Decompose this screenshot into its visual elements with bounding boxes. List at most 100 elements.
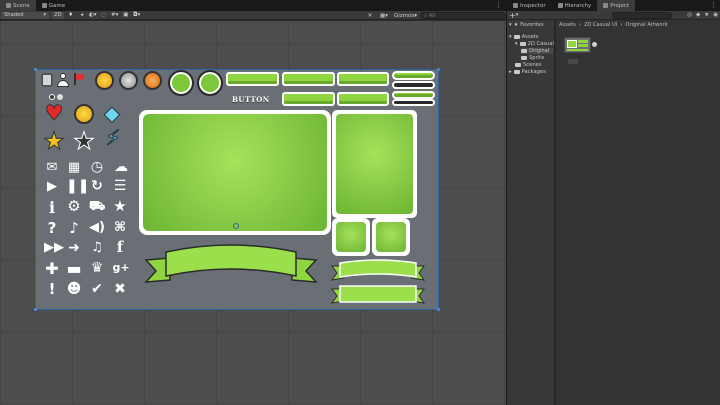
tree-item-scenes[interactable]: Scenes [515, 62, 542, 68]
favorites-label: Favorites [520, 22, 544, 28]
round-button-dark-outline [197, 70, 223, 96]
tab-game[interactable]: Game [36, 0, 71, 11]
plus-icon: ✚ [45, 259, 59, 278]
ribbon-small-1 [330, 259, 426, 281]
rect-handle-tl[interactable] [34, 68, 37, 71]
rect-handle-bl[interactable] [34, 308, 37, 311]
breadcrumb-item[interactable]: Original Artwork [625, 22, 667, 28]
tree-item-label: Packages [521, 69, 546, 75]
play-icon: ▶ [47, 179, 57, 194]
close-icon: ✖ [114, 281, 126, 297]
project-search-input[interactable] [612, 12, 672, 19]
tab-project-label: Project [610, 2, 630, 9]
pivot-icon [233, 223, 239, 229]
google-plus-icon: g+ [112, 261, 130, 274]
tab-project[interactable]: Project [597, 0, 636, 11]
hierarchy-icon [557, 3, 563, 8]
chevron-right-icon: ▸ [509, 69, 512, 75]
folder-icon [519, 42, 526, 46]
bronze-medal-icon [143, 71, 162, 90]
layers-dropdown[interactable]: ▦▾ [380, 12, 388, 19]
filter-label-icon[interactable]: ◆ [696, 12, 700, 18]
search-icon: ⌕ [424, 12, 427, 19]
hidden-objects-toggle[interactable]: ◌ [100, 12, 108, 19]
dot-light-icon [57, 94, 63, 100]
tree-item-label: Original [529, 48, 550, 54]
tab-scene[interactable]: Scene [0, 0, 36, 11]
folder-icon [521, 56, 527, 60]
scene-toolbar-right: ✕ ▦▾ Gizmos ▾ ⌕ All [363, 12, 506, 19]
tree-item-sprite[interactable]: Sprite [521, 55, 544, 61]
breadcrumb-item[interactable]: Assets [559, 22, 576, 28]
scene-tabbar: Scene Game ⋮ [0, 0, 506, 11]
progress-green-small-2 [392, 91, 435, 99]
folder-icon [515, 63, 521, 67]
rect-handle-tr[interactable] [437, 68, 440, 71]
ribbon-small-2 [330, 285, 426, 304]
kebab-menu-icon[interactable]: ⋮ [495, 1, 502, 9]
project-toolbar-icons: ◎ ◆ ★ ◉ [687, 12, 718, 18]
game-icon [41, 3, 47, 8]
grid-toggle[interactable]: #▾ [111, 12, 119, 19]
tree-item-packages[interactable]: ▸ Packages [509, 69, 546, 75]
filter-type-icon[interactable]: ◎ [687, 12, 692, 18]
chevron-right-icon: › [578, 21, 581, 28]
camera-settings[interactable]: ◘▾ [133, 12, 141, 19]
hidden-packages-icon[interactable]: ◉ [713, 12, 718, 18]
favorites-header[interactable]: ▾ ★ Favorites [509, 22, 544, 28]
asset-thumbnail[interactable] [564, 37, 591, 53]
snap-toggle[interactable]: ▣ [122, 12, 130, 19]
lighting-toggle[interactable]: ♦ [67, 12, 75, 19]
pause-icon: ❚❚ [66, 178, 90, 194]
shading-mode-value: Shaded [4, 12, 24, 18]
toggle-2d-button[interactable]: 2D [52, 11, 64, 19]
folder-icon [513, 70, 520, 74]
project-panel: Inspector Hierarchy Project ⋮ + ▾ ◎ ◆ ★ [506, 0, 720, 405]
audio-toggle[interactable]: ◂ [78, 12, 86, 19]
heart-icon: ♥ [44, 101, 64, 125]
shading-mode-dropdown[interactable]: Shaded ▾ [1, 11, 49, 19]
minus-icon: ▬ [66, 259, 82, 278]
chevron-down-icon: ▾ [43, 12, 46, 18]
bar-green-3 [337, 72, 389, 86]
gold-medal-icon [95, 71, 114, 90]
tree-item-assets[interactable]: ▾ Assets [509, 34, 539, 40]
coin-icon [74, 104, 94, 124]
scene-viewport[interactable]: BUTTON ♥ ◆ ★ ★ ⚡ ✉ ▦ ◷ ☁ ▶ ❚❚ ↻ ☰ i ⚙ ⛟ … [0, 21, 506, 405]
add-asset-button[interactable]: + ▾ [509, 10, 518, 20]
layers-icon: ▦▾ [379, 12, 388, 19]
effects-dropdown[interactable]: ◐▾ [89, 12, 97, 19]
round-button-large [168, 70, 194, 96]
rect-handle-br[interactable] [437, 308, 440, 311]
arrow-right-icon: ➜ [68, 240, 80, 256]
users-icon: ☻ [66, 281, 82, 297]
star-filter-icon[interactable]: ★ [704, 12, 709, 18]
eye-off-icon: ◌ [101, 12, 107, 18]
clock-icon: ◷ [90, 159, 104, 175]
breadcrumb-item[interactable]: 2D Casual UI [584, 22, 617, 28]
kebab-menu-icon[interactable]: ⋮ [710, 1, 717, 9]
progress-dark-1 [392, 81, 435, 89]
asset-expand-icon[interactable] [592, 42, 597, 47]
cart-icon: ⛟ [89, 199, 106, 214]
star-icon: ★ [513, 22, 519, 28]
tab-inspector-label: Inspector [520, 2, 546, 9]
tools-button[interactable]: ✕ [366, 12, 374, 19]
tab-hierarchy[interactable]: Hierarchy [552, 0, 598, 11]
tall-green-panel [332, 110, 417, 218]
gizmos-dropdown[interactable]: Gizmos ▾ [394, 12, 417, 19]
small-square-2 [372, 218, 410, 256]
gizmos-label: Gizmos [393, 12, 415, 19]
small-square-1 [332, 218, 370, 256]
add-label: + [509, 10, 516, 20]
scene-search-input[interactable]: ⌕ All [420, 12, 506, 19]
ribbon-large [144, 244, 318, 283]
tree-item-original[interactable]: Original [521, 48, 554, 54]
tree-item-2d-casual[interactable]: ▾ 2D Casual [515, 41, 554, 47]
unity-editor: Scene Game ⋮ Shaded ▾ 2D ♦ ◂ ◐▾ ◌ #▾ ▣ ◘… [0, 0, 720, 405]
chevron-down-icon: ▾ [509, 34, 512, 40]
sprite-sheet[interactable]: BUTTON ♥ ◆ ★ ★ ⚡ ✉ ▦ ◷ ☁ ▶ ❚❚ ↻ ☰ i ⚙ ⛟ … [34, 68, 440, 311]
bulb-icon: ♦ [68, 12, 74, 18]
tab-inspector[interactable]: Inspector [507, 0, 552, 11]
inspector-icon [513, 3, 518, 8]
